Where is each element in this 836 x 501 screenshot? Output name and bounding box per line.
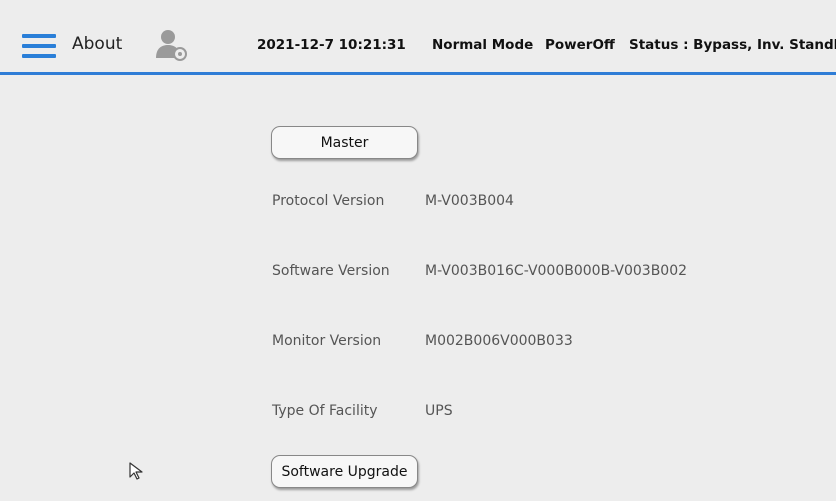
software-version-label: Software Version xyxy=(272,263,390,279)
mode-status: Normal Mode xyxy=(432,37,534,53)
monitor-version-label: Monitor Version xyxy=(272,333,382,349)
hamburger-menu-icon[interactable] xyxy=(22,34,56,60)
software-upgrade-button[interactable]: Software Upgrade xyxy=(271,455,418,488)
header-divider xyxy=(0,72,836,75)
software-version-value: M-V003B016C-V000B000B-V003B002 xyxy=(425,263,688,279)
master-button[interactable]: Master xyxy=(271,126,418,159)
page-title: About xyxy=(72,34,123,54)
mouse-cursor-icon xyxy=(127,461,147,481)
protocol-version-value: M-V003B004 xyxy=(425,193,514,209)
system-status: Status : Bypass, Inv. Standby xyxy=(629,37,836,53)
protocol-version-label: Protocol Version xyxy=(272,193,385,209)
top-bar: About 2021-12-7 10:21:31 Normal Mode Pow… xyxy=(0,0,836,72)
monitor-version-value: M002B006V000B033 xyxy=(425,333,573,349)
user-settings-icon[interactable] xyxy=(154,28,190,62)
facility-type-label: Type Of Facility xyxy=(272,403,378,419)
datetime-display: 2021-12-7 10:21:31 xyxy=(257,37,406,53)
power-status: PowerOff xyxy=(545,37,615,53)
facility-type-value: UPS xyxy=(425,403,453,419)
